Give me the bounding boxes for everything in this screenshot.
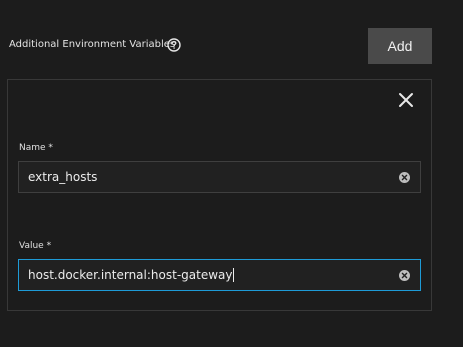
env-variable-card: Name * extra_hosts Value * host.docker.i… [7,79,432,311]
clear-icon[interactable] [399,171,410,183]
help-circle-icon[interactable] [167,38,181,52]
clear-icon[interactable] [399,269,410,281]
value-field-value[interactable]: host.docker.internal:host-gateway [28,268,399,283]
text-caret [233,268,235,283]
add-button[interactable]: Add [368,28,432,64]
name-field-value[interactable]: extra_hosts [28,170,399,184]
value-field-label: Value * [19,241,52,251]
section-title: Additional Environment Variables [9,39,176,50]
close-icon[interactable] [398,92,414,108]
name-field[interactable]: extra_hosts [18,161,421,193]
value-field[interactable]: host.docker.internal:host-gateway [18,259,421,291]
value-field-text: host.docker.internal:host-gateway [28,267,233,282]
name-field-label: Name * [19,143,53,153]
